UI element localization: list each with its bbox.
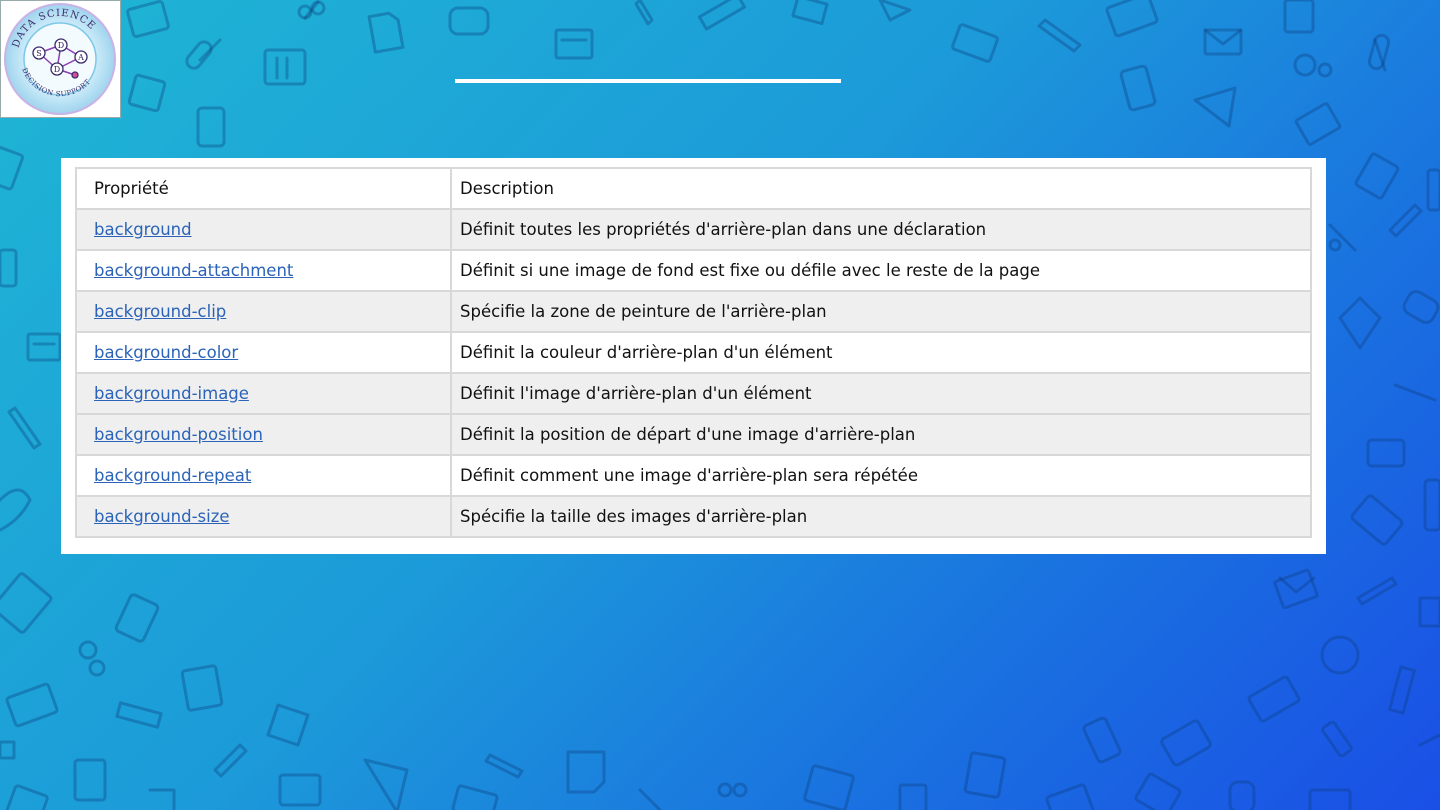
logo-letter-d: D: [58, 41, 64, 50]
property-link-background-image[interactable]: background-image: [94, 384, 249, 403]
table-row: background-color Définit la couleur d'ar…: [75, 331, 1312, 374]
table-row: background Définit toutes les propriétés…: [75, 208, 1312, 251]
property-link-background-color[interactable]: background-color: [94, 343, 238, 362]
table-row: background-attachment Définit si une ima…: [75, 249, 1312, 292]
property-link-background-position[interactable]: background-position: [94, 425, 263, 444]
property-description: Définit la position de départ d'une imag…: [450, 413, 1312, 456]
property-description: Définit l'image d'arrière-plan d'un élém…: [450, 372, 1312, 415]
property-link-background-repeat[interactable]: background-repeat: [94, 466, 251, 485]
property-link-background-size[interactable]: background-size: [94, 507, 230, 526]
property-description: Spécifie la zone de peinture de l'arrièr…: [450, 290, 1312, 333]
properties-table-panel: Propriété Description background Définit…: [61, 158, 1326, 554]
table-row: background-size Spécifie la taille des i…: [75, 495, 1312, 538]
table-header-row: Propriété Description: [75, 167, 1312, 210]
header-property: Propriété: [75, 167, 452, 210]
property-description: Définit la couleur d'arrière-plan d'un é…: [450, 331, 1312, 374]
table-row: background-image Définit l'image d'arriè…: [75, 372, 1312, 415]
property-description: Définit si une image de fond est fixe ou…: [450, 249, 1312, 292]
property-link-background[interactable]: background: [94, 220, 192, 239]
property-description: Définit comment une image d'arrière-plan…: [450, 454, 1312, 497]
table-row: background-repeat Définit comment une im…: [75, 454, 1312, 497]
property-description: Définit toutes les propriétés d'arrière-…: [450, 208, 1312, 251]
header-description: Description: [450, 167, 1312, 210]
logo-letter-s: S: [36, 49, 41, 58]
table-row: background-position Définit la position …: [75, 413, 1312, 456]
background-properties-table: Propriété Description background Définit…: [75, 167, 1312, 538]
title-underline: [455, 79, 841, 83]
logo-emblem-icon: DATA SCIENCE DECISION SUPPORT S D D A: [4, 3, 116, 115]
table-row: background-clip Spécifie la zone de pein…: [75, 290, 1312, 333]
property-description: Spécifie la taille des images d'arrière-…: [450, 495, 1312, 538]
logo-letter-d2: D: [54, 65, 60, 74]
logo-letter-a: A: [77, 53, 84, 62]
data-science-logo: DATA SCIENCE DECISION SUPPORT S D D A: [0, 0, 121, 118]
property-link-background-attachment[interactable]: background-attachment: [94, 261, 293, 280]
property-link-background-clip[interactable]: background-clip: [94, 302, 226, 321]
